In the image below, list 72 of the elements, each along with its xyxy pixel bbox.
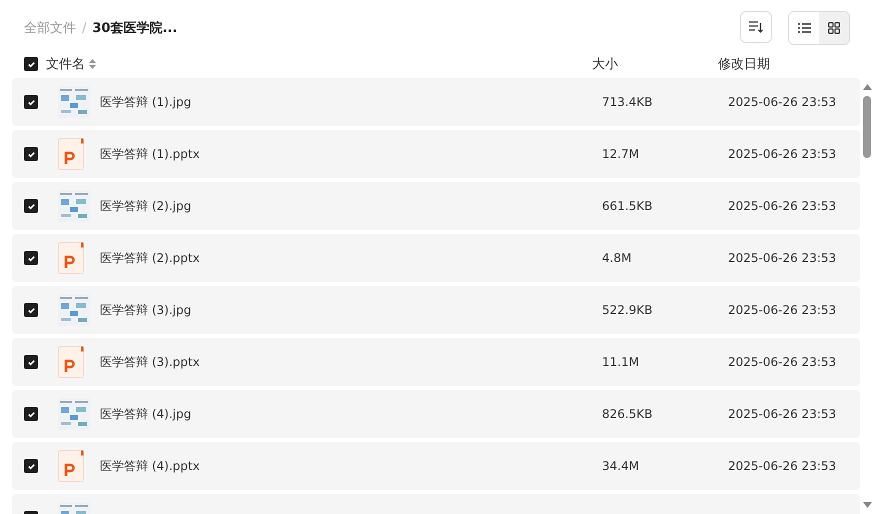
file-size: 661.5KB — [602, 199, 654, 213]
column-header: 修改日期 — [718, 56, 771, 73]
check-icon — [26, 98, 36, 106]
modified-date: 2025-06-26 23:53 — [728, 251, 838, 265]
row-checkbox[interactable] — [24, 147, 38, 161]
file-name: 医学答辩 (4).jpg — [100, 406, 192, 422]
file-row[interactable]: 医学答辩 (2).jpg 661.5KB 2025-06-26 23:53 — [12, 182, 860, 230]
breadcrumb-separator: / — [82, 20, 86, 36]
image-thumbnail-icon — [58, 398, 90, 430]
file-name: 医学答辩 (3).pptx — [100, 354, 201, 370]
file-name: 医学答辩 (3).jpg — [100, 302, 192, 318]
image-thumbnail-icon — [58, 190, 90, 222]
file-name: 医学答辩 (1).pptx — [100, 146, 201, 162]
file-size: 522.9KB — [602, 303, 654, 317]
file-name: 医学答辩 (4).pptx — [100, 458, 201, 474]
check-icon — [26, 150, 36, 158]
file-row[interactable]: 医学答辩 (1).pptx 12.7M 2025-06-26 23:53 — [12, 130, 860, 178]
presentation-file-icon — [58, 450, 84, 482]
column-header[interactable]: 文件名 — [46, 55, 85, 73]
scroll-down-arrow-icon[interactable] — [862, 502, 872, 508]
modified-date: 2025-06-26 23:53 — [728, 407, 838, 421]
grid-icon — [828, 22, 840, 34]
scroll-up-arrow-icon[interactable] — [862, 84, 872, 90]
image-thumbnail-icon — [58, 86, 90, 118]
file-name: 医学答辩 (2).jpg — [100, 198, 192, 214]
row-checkbox[interactable] — [24, 95, 38, 109]
file-size: 12.7M — [602, 147, 640, 161]
check-icon — [26, 202, 36, 210]
breadcrumb-link[interactable]: 30套医学院... — [92, 19, 178, 37]
file-row[interactable]: 医学答辩 (4).pptx 34.4M 2025-06-26 23:53 — [12, 442, 860, 490]
list-icon — [798, 23, 810, 33]
modified-date: 2025-06-26 23:53 — [728, 459, 838, 473]
row-checkbox[interactable] — [24, 459, 38, 473]
column-header: 大小 — [592, 56, 619, 73]
presentation-file-icon — [58, 346, 84, 378]
row-checkbox[interactable] — [24, 407, 38, 421]
sort-arrows-icon — [89, 59, 96, 69]
file-size: 4.8M — [602, 251, 632, 265]
file-row[interactable]: 医学答辩 (1).jpg 713.4KB 2025-06-26 23:53 — [12, 78, 860, 126]
row-checkbox[interactable] — [24, 199, 38, 213]
file-row[interactable]: 医学答辩 (4).jpg 826.5KB 2025-06-26 23:53 — [12, 390, 860, 438]
file-size: 826.5KB — [602, 407, 654, 421]
presentation-file-icon — [58, 242, 84, 274]
modified-date: 2025-06-26 23:53 — [728, 303, 838, 317]
check-icon — [26, 358, 36, 366]
check-icon — [26, 60, 36, 68]
sort-button[interactable] — [740, 11, 772, 43]
file-size: 34.4M — [602, 459, 640, 473]
grid-view-button[interactable] — [819, 12, 849, 44]
file-size: 713.4KB — [602, 95, 654, 109]
file-name: 医学答辩 (1).jpg — [100, 94, 192, 110]
check-icon — [26, 306, 36, 314]
modified-date: 2025-06-26 23:53 — [728, 199, 838, 213]
image-thumbnail-icon — [58, 294, 90, 326]
check-icon — [26, 410, 36, 418]
file-size: 11.1M — [602, 355, 640, 369]
select-all-checkbox[interactable] — [24, 57, 38, 71]
row-checkbox[interactable] — [24, 355, 38, 369]
modified-date: 2025-06-26 23:53 — [728, 147, 838, 161]
scrollbar-thumb[interactable] — [863, 96, 871, 158]
row-checkbox[interactable] — [24, 251, 38, 265]
check-icon — [26, 254, 36, 262]
modified-date: 2025-06-26 23:53 — [728, 95, 838, 109]
sort-icon — [749, 21, 763, 33]
file-row[interactable]: 医学答辩 (3).jpg 522.9KB 2025-06-26 23:53 — [12, 286, 860, 334]
file-row[interactable]: 医学答辩 (3).pptx 11.1M 2025-06-26 23:53 — [12, 338, 860, 386]
check-icon — [26, 462, 36, 470]
file-name: 医学答辩 (2).pptx — [100, 250, 201, 266]
row-checkbox[interactable] — [24, 303, 38, 317]
file-row[interactable]: 医学答辩 (2).pptx 4.8M 2025-06-26 23:53 — [12, 234, 860, 282]
presentation-file-icon — [58, 138, 84, 170]
modified-date: 2025-06-26 23:53 — [728, 355, 838, 369]
